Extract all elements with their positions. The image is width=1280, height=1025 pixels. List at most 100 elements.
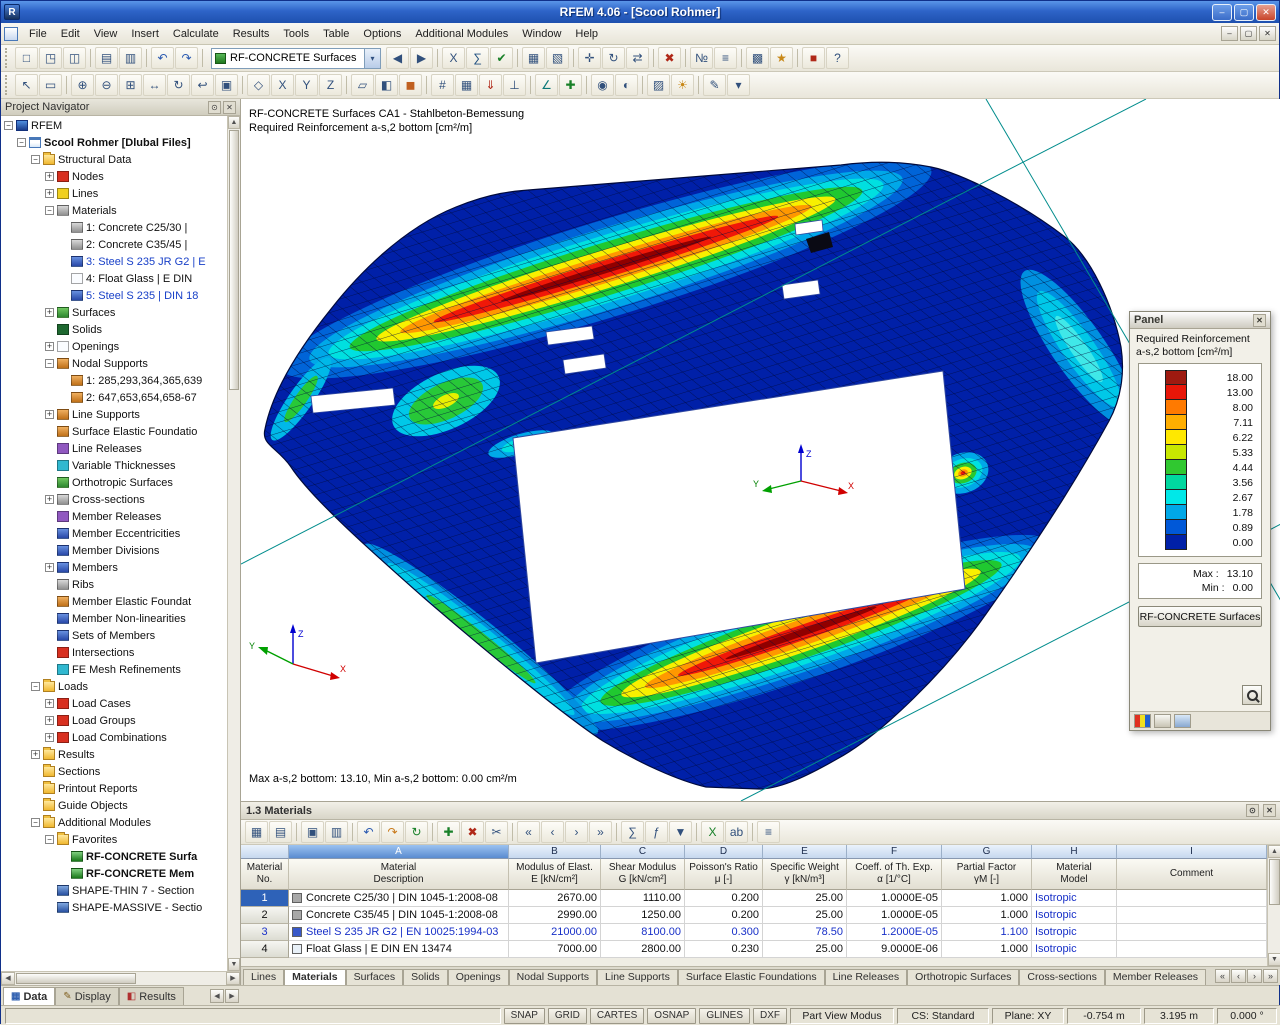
- select-window-button[interactable]: ▭: [39, 74, 62, 96]
- poisson-ratio-cell[interactable]: 0.200: [685, 907, 763, 924]
- navigator-horizontal-scrollbar[interactable]: ◀ ▶: [1, 971, 240, 985]
- table-tab[interactable]: Surface Elastic Foundations: [677, 969, 825, 985]
- isometric-view-button[interactable]: ◇: [247, 74, 270, 96]
- zoom-in-button[interactable]: ⊕: [71, 74, 94, 96]
- display-properties-dropdown[interactable]: ▾: [727, 74, 750, 96]
- tree-item[interactable]: Structural Data: [1, 151, 227, 168]
- scroll-down-icon[interactable]: ▼: [1268, 953, 1280, 966]
- tree-item[interactable]: 4: Float Glass | E DIN: [1, 270, 227, 287]
- toolbar-separator[interactable]: [423, 74, 430, 96]
- tree-expander[interactable]: [45, 494, 54, 505]
- toolbar-separator[interactable]: [794, 47, 801, 69]
- tree-item[interactable]: Member Eccentricities: [1, 525, 227, 542]
- table-header-cell[interactable]: Coeff. of Th. Exp. α [1/°C]: [847, 859, 942, 890]
- scroll-up-icon[interactable]: ▲: [228, 116, 240, 129]
- comment-cell[interactable]: [1117, 941, 1267, 958]
- next-load-case-button[interactable]: ▶: [410, 47, 433, 69]
- toolbar-separator[interactable]: [293, 821, 300, 843]
- tree-item[interactable]: Cross-sections: [1, 491, 227, 508]
- table-header-cell[interactable]: Specific Weight γ [kN/m³]: [763, 859, 847, 890]
- tree-item[interactable]: Materials: [1, 202, 227, 219]
- scrollbar-thumb[interactable]: [16, 973, 136, 984]
- show-axes-button[interactable]: ✚: [559, 74, 582, 96]
- toolbar-separator[interactable]: [87, 47, 94, 69]
- full-view-button[interactable]: ▣: [215, 74, 238, 96]
- delete-button[interactable]: ✖: [658, 47, 681, 69]
- tree-expander[interactable]: [17, 137, 26, 148]
- toolbar-separator[interactable]: [199, 47, 206, 69]
- tree-item[interactable]: Nodal Supports: [1, 355, 227, 372]
- tree-expander[interactable]: [31, 817, 40, 828]
- tree-expander[interactable]: [45, 307, 54, 318]
- modulus-of-elasticity-cell[interactable]: 7000.00: [509, 941, 601, 958]
- row-number-cell[interactable]: 4: [241, 941, 289, 958]
- tree-expander[interactable]: [45, 358, 54, 369]
- display-properties-button[interactable]: ✎: [703, 74, 726, 96]
- tree-expander[interactable]: [45, 834, 54, 845]
- thermal-expansion-cell[interactable]: 1.0000E-05: [847, 890, 942, 907]
- tree-item[interactable]: 3: Steel S 235 JR G2 | E: [1, 253, 227, 270]
- previous-view-button[interactable]: ↩: [191, 74, 214, 96]
- table-tab[interactable]: Line Releases: [824, 969, 908, 985]
- partial-view-button[interactable]: ◐: [615, 74, 638, 96]
- table-undo-button[interactable]: ↶: [357, 821, 380, 843]
- column-letter-cell[interactable]: C: [601, 845, 685, 859]
- material-description-cell[interactable]: Concrete C25/30 | DIN 1045-1:2008-08: [289, 890, 509, 907]
- tree-item[interactable]: Loads: [1, 678, 227, 695]
- show-grid-button[interactable]: #: [431, 74, 454, 96]
- material-description-cell[interactable]: Concrete C35/45 | DIN 1045-1:2008-08: [289, 907, 509, 924]
- tree-item[interactable]: Favorites: [1, 831, 227, 848]
- status-toggle-button[interactable]: CARTES: [589, 1007, 645, 1024]
- toolbar-separator[interactable]: [63, 74, 70, 96]
- status-toggle-button[interactable]: GRID: [547, 1007, 587, 1024]
- calculate-all-button[interactable]: ∑: [466, 47, 489, 69]
- toolbar-separator[interactable]: [570, 47, 577, 69]
- menu-calculate[interactable]: Calculate: [166, 25, 226, 43]
- shear-modulus-cell[interactable]: 8100.00: [601, 924, 685, 941]
- tree-item[interactable]: Lines: [1, 185, 227, 202]
- tree-item[interactable]: Line Releases: [1, 440, 227, 457]
- column-letter-cell[interactable]: [241, 845, 289, 859]
- table-pin-icon[interactable]: ⊙: [1246, 804, 1259, 817]
- table-header-cell[interactable]: Material Description: [289, 859, 509, 890]
- tree-item[interactable]: Surfaces: [1, 304, 227, 321]
- tree-item[interactable]: Nodes: [1, 168, 227, 185]
- tree-expander[interactable]: [45, 732, 54, 743]
- navigator-vertical-scrollbar[interactable]: ▲ ▼: [227, 116, 240, 971]
- table-redo-button[interactable]: ↷: [381, 821, 404, 843]
- tree-expander[interactable]: [4, 120, 13, 131]
- tree-expander[interactable]: [31, 681, 40, 692]
- mirror-button[interactable]: ⇄: [626, 47, 649, 69]
- graphics-viewport[interactable]: Z X Y Z X Y RF-CONCRETE Surfaces CA1 - S…: [241, 99, 1280, 801]
- column-letter-cell[interactable]: A: [289, 845, 509, 859]
- tree-item[interactable]: RF-CONCRETE Surfa: [1, 848, 227, 865]
- toolbar-separator[interactable]: [682, 47, 689, 69]
- table-tab[interactable]: Orthotropic Surfaces: [907, 969, 1020, 985]
- toolbar-separator[interactable]: [527, 74, 534, 96]
- light-button[interactable]: ☀: [671, 74, 694, 96]
- table-header-cell[interactable]: Shear Modulus G [kN/cm²]: [601, 859, 685, 890]
- menu-window[interactable]: Window: [515, 25, 568, 43]
- tree-item[interactable]: Ribs: [1, 576, 227, 593]
- thermal-expansion-cell[interactable]: 1.2000E-05: [847, 924, 942, 941]
- tree-item[interactable]: Guide Objects: [1, 797, 227, 814]
- show-fe-mesh-button[interactable]: ▦: [455, 74, 478, 96]
- tree-item[interactable]: 2: 647,653,654,658-67: [1, 389, 227, 406]
- tree-item[interactable]: Intersections: [1, 644, 227, 661]
- panel-close-icon[interactable]: ✕: [1253, 313, 1266, 327]
- poisson-ratio-cell[interactable]: 0.300: [685, 924, 763, 941]
- print-preview-button[interactable]: ▥: [119, 47, 142, 69]
- toolbar-grip[interactable]: [5, 75, 10, 95]
- tree-item[interactable]: SHAPE-MASSIVE - Sectio: [1, 899, 227, 916]
- tree-expander[interactable]: [45, 698, 54, 709]
- rotate-button[interactable]: ↻: [602, 47, 625, 69]
- tree-item[interactable]: Load Groups: [1, 712, 227, 729]
- table-row[interactable]: 4 Float Glass | E DIN EN 13474 7000.00 2…: [241, 941, 1267, 958]
- toolbar-grip[interactable]: [5, 48, 10, 68]
- material-description-cell[interactable]: Float Glass | E DIN EN 13474: [289, 941, 509, 958]
- display-tab[interactable]: ✎ Display: [55, 987, 119, 1005]
- table-header-cell[interactable]: Material No.: [241, 859, 289, 890]
- document-icon[interactable]: [4, 26, 18, 41]
- partial-factor-cell[interactable]: 1.000: [942, 907, 1032, 924]
- tree-item[interactable]: RF-CONCRETE Mem: [1, 865, 227, 882]
